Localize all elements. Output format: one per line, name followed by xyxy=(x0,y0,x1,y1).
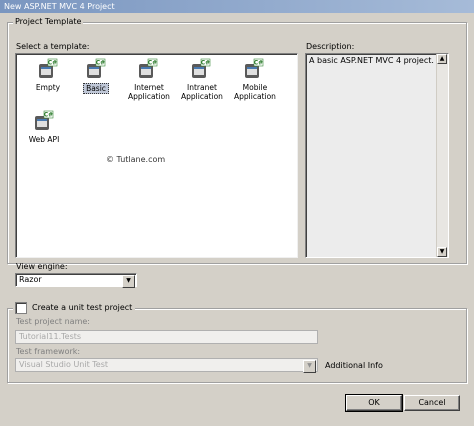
template-label-line2: Application xyxy=(181,92,223,101)
project-template-group-label: Project Template xyxy=(13,17,84,27)
scroll-down-icon: ▼ xyxy=(439,248,445,255)
description-label: Description: xyxy=(306,42,355,51)
template-empty[interactable]: C# Empty xyxy=(28,58,68,92)
template-mobile-application[interactable]: C# Mobile Application xyxy=(232,58,276,101)
template-intranet-application[interactable]: C# Intranet Application xyxy=(179,58,223,101)
template-label: Empty xyxy=(35,83,61,92)
test-framework-select[interactable]: Visual Studio Unit Test ▼ xyxy=(15,358,318,373)
unit-test-checkbox-row[interactable]: Create a unit test project xyxy=(13,302,136,314)
svg-text:C#: C# xyxy=(96,60,105,67)
template-label: Mobile Application xyxy=(232,83,278,101)
template-web-api[interactable]: C# Web API xyxy=(22,110,66,144)
template-internet-application[interactable]: C# Internet Application xyxy=(126,58,170,101)
view-engine-value: Razor xyxy=(19,275,42,284)
watermark-text: © Tutlane.com xyxy=(106,155,166,164)
ok-button[interactable]: OK xyxy=(345,394,403,412)
unit-test-checkbox[interactable] xyxy=(15,302,27,314)
template-label: Basic xyxy=(83,83,109,94)
dropdown-button[interactable]: ▼ xyxy=(303,360,316,373)
unit-test-checkbox-label: Create a unit test project xyxy=(32,303,133,312)
test-project-name-label: Test project name: xyxy=(16,317,90,326)
template-label-line1: Intranet xyxy=(187,83,217,92)
template-label: Web API xyxy=(28,135,60,144)
window-title: New ASP.NET MVC 4 Project xyxy=(4,2,115,11)
svg-text:C#: C# xyxy=(254,60,263,67)
project-template-icon: C# xyxy=(191,58,211,80)
template-label-line1: Internet xyxy=(134,83,164,92)
svg-text:C#: C# xyxy=(48,60,57,67)
svg-text:C#: C# xyxy=(201,60,210,67)
test-project-name-input[interactable]: Tutorial11.Tests xyxy=(15,330,318,344)
test-framework-label: Test framework: xyxy=(16,347,81,356)
view-engine-select[interactable]: Razor ▼ xyxy=(15,273,137,288)
view-engine-label: View engine: xyxy=(16,262,68,271)
project-template-icon: C# xyxy=(244,58,264,80)
project-template-icon: C# xyxy=(138,58,158,80)
chevron-down-icon: ▼ xyxy=(126,277,131,284)
description-text: A basic ASP.NET MVC 4 project. xyxy=(309,56,434,65)
svg-text:C#: C# xyxy=(44,112,53,119)
select-template-label: Select a template: xyxy=(16,42,90,51)
template-label: Intranet Application xyxy=(179,83,225,101)
scroll-down-button[interactable]: ▼ xyxy=(437,247,447,257)
project-template-icon: C# xyxy=(34,110,54,132)
dropdown-button[interactable]: ▼ xyxy=(122,275,135,288)
template-basic[interactable]: C# Basic xyxy=(76,58,116,94)
project-template-icon: C# xyxy=(86,58,106,80)
template-label-line2: Application xyxy=(234,92,276,101)
window-title-bar[interactable]: New ASP.NET MVC 4 Project xyxy=(0,0,474,13)
test-framework-value: Visual Studio Unit Test xyxy=(19,360,109,369)
scroll-up-icon: ▲ xyxy=(439,55,445,62)
description-box: A basic ASP.NET MVC 4 project. ▲ ▼ xyxy=(305,53,449,258)
description-scrollbar[interactable]: ▲ ▼ xyxy=(436,54,448,257)
template-label-line1: Mobile xyxy=(242,83,268,92)
template-label: Internet Application xyxy=(126,83,172,101)
additional-info-link[interactable]: Additional Info xyxy=(325,361,383,371)
cancel-button[interactable]: Cancel xyxy=(404,395,460,411)
template-list[interactable]: C# Empty C# Basic C# Internet Application… xyxy=(15,53,298,258)
project-template-icon: C# xyxy=(38,58,58,80)
scroll-up-button[interactable]: ▲ xyxy=(437,54,447,64)
svg-text:C#: C# xyxy=(148,60,157,67)
template-label-line2: Application xyxy=(128,92,170,101)
chevron-down-icon: ▼ xyxy=(307,362,312,369)
